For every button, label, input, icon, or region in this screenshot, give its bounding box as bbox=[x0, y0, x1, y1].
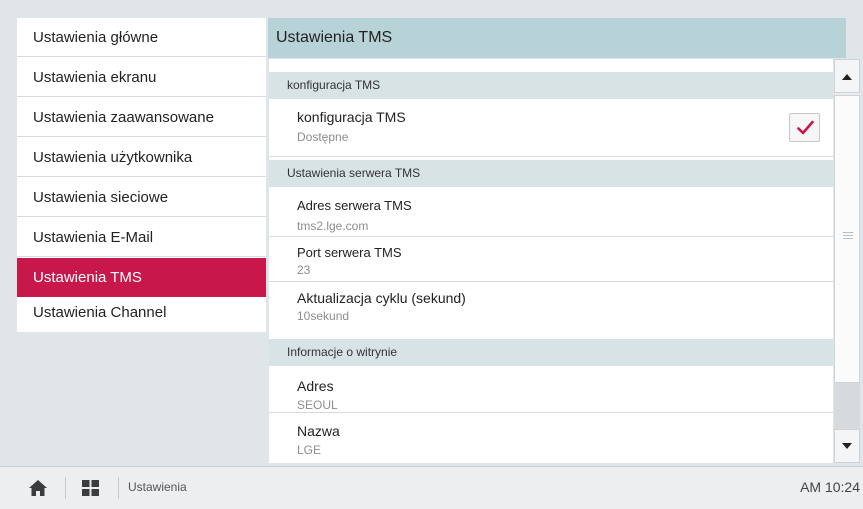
home-button[interactable] bbox=[28, 479, 48, 502]
scroll-grip bbox=[843, 232, 853, 233]
triangle-down-icon bbox=[842, 443, 852, 449]
section-header-site-info: Informacje o witrynie bbox=[269, 339, 833, 366]
setting-value: 23 bbox=[297, 263, 311, 277]
scroll-grip bbox=[843, 235, 853, 236]
setting-label: konfiguracja TMS bbox=[297, 109, 406, 125]
scroll-track[interactable] bbox=[834, 383, 860, 429]
settings-menu: Ustawienia główne Ustawienia ekranu Usta… bbox=[17, 18, 266, 332]
setting-row-site-address[interactable]: Adres SEOUL bbox=[269, 366, 833, 413]
apps-grid-icon bbox=[82, 480, 99, 496]
divider bbox=[65, 477, 66, 499]
apps-button[interactable] bbox=[82, 480, 99, 501]
clock: AM 10:24 bbox=[800, 479, 860, 495]
menu-item-tms-settings[interactable]: Ustawienia TMS bbox=[17, 258, 266, 297]
section-header-tms-config: konfiguracja TMS bbox=[269, 72, 833, 99]
menu-item-email-settings[interactable]: Ustawienia E-Mail bbox=[17, 218, 266, 257]
scroll-grip bbox=[843, 238, 853, 239]
setting-row-server-port[interactable]: Port serwera TMS 23 bbox=[269, 237, 833, 282]
menu-item-main-settings[interactable]: Ustawienia główne bbox=[17, 18, 266, 57]
setting-row-update-cycle[interactable]: Aktualizacja cyklu (sekund) 10sekund bbox=[269, 282, 833, 329]
setting-value: LGE bbox=[297, 443, 322, 457]
menu-item-user-settings[interactable]: Ustawienia użytkownika bbox=[17, 138, 266, 177]
setting-value: Dostępne bbox=[297, 130, 349, 144]
home-icon bbox=[29, 480, 47, 496]
setting-label: Adres serwera TMS bbox=[297, 198, 412, 213]
bottom-bar: Ustawienia AM 10:24 bbox=[0, 466, 863, 509]
menu-item-channel-settings[interactable]: Ustawienia Channel bbox=[17, 293, 266, 332]
panel-scrollbar[interactable] bbox=[834, 59, 860, 463]
menu-item-advanced-settings[interactable]: Ustawienia zaawansowane bbox=[17, 98, 266, 137]
tms-enabled-checkbox[interactable] bbox=[789, 113, 820, 142]
setting-label: Aktualizacja cyklu (sekund) bbox=[297, 290, 466, 306]
breadcrumb: Ustawienia bbox=[128, 480, 187, 494]
setting-value: SEOUL bbox=[297, 398, 338, 412]
menu-item-screen-settings[interactable]: Ustawienia ekranu bbox=[17, 58, 266, 97]
setting-value: 10sekund bbox=[297, 309, 350, 323]
setting-row-site-name[interactable]: Nazwa LGE bbox=[269, 413, 833, 463]
setting-label: Nazwa bbox=[297, 423, 340, 439]
setting-value: tms2.lge.com bbox=[297, 219, 369, 233]
setting-row-server-address[interactable]: Adres serwera TMS tms2.lge.com bbox=[269, 187, 833, 237]
setting-label: Port serwera TMS bbox=[297, 245, 402, 260]
menu-item-network-settings[interactable]: Ustawienia sieciowe bbox=[17, 178, 266, 217]
scroll-down-button[interactable] bbox=[834, 429, 860, 463]
divider bbox=[118, 477, 119, 499]
scroll-up-button[interactable] bbox=[834, 59, 860, 93]
triangle-up-icon bbox=[842, 74, 852, 80]
checkmark-icon bbox=[797, 120, 814, 135]
panel-title: Ustawienia TMS bbox=[268, 18, 846, 58]
settings-panel: konfiguracja TMS konfiguracja TMS Dostęp… bbox=[269, 59, 833, 463]
setting-row-tms-config[interactable]: konfiguracja TMS Dostępne bbox=[269, 99, 833, 157]
scroll-thumb[interactable] bbox=[834, 95, 860, 383]
section-header-server: Ustawienia serwera TMS bbox=[269, 160, 833, 187]
setting-label: Adres bbox=[297, 378, 334, 394]
settings-screen: Ustawienia główne Ustawienia ekranu Usta… bbox=[0, 0, 863, 466]
